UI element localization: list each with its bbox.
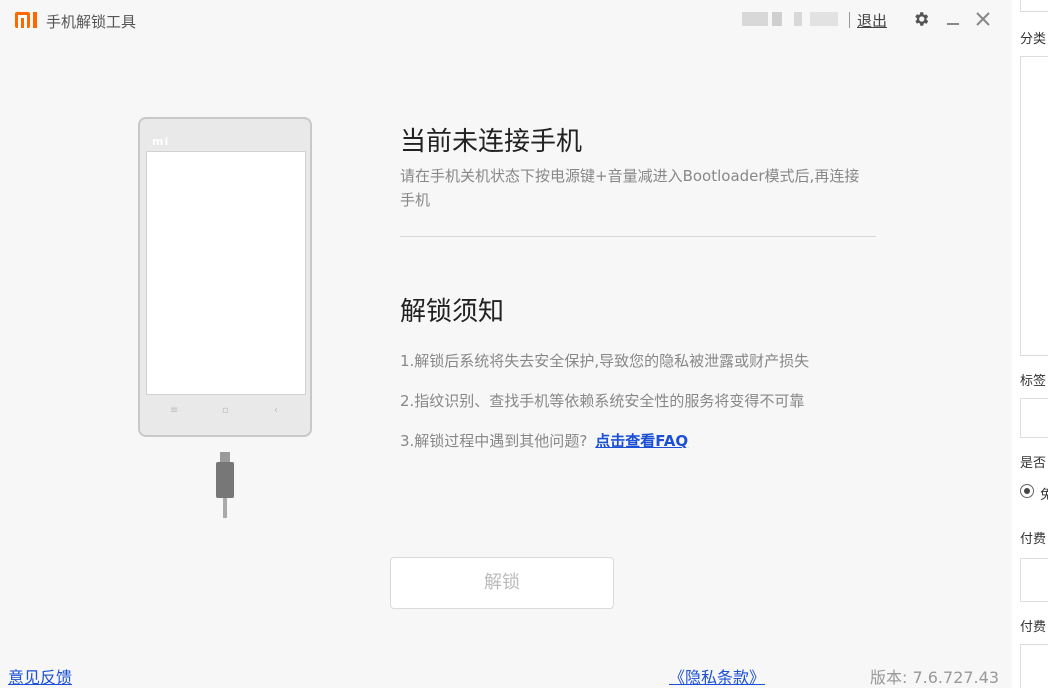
side-tags-input[interactable] (1020, 398, 1048, 438)
side-paid-input-1[interactable] (1020, 558, 1048, 602)
side-label-paid-1: 付费 (1020, 532, 1047, 547)
minimize-icon[interactable] (946, 11, 960, 27)
connection-status-heading: 当前未连接手机 (400, 127, 583, 157)
notice-item-1: 1.解锁后系统将失去安全保护,导致您的隐私被泄露或财产损失 (400, 352, 810, 370)
side-label-tags: 标签 (1020, 374, 1047, 389)
side-radio-label: 免 (1040, 488, 1048, 503)
account-name-redacted (742, 12, 842, 26)
notice-item-2: 2.指纹识别、查找手机等依赖系统安全性的服务将变得不可靠 (400, 392, 805, 410)
phone-home-key: ▫ (222, 405, 229, 416)
gear-icon[interactable] (912, 10, 930, 28)
title-bar: 手机解锁工具 退出 (0, 0, 1012, 42)
side-paid-input-2[interactable] (1020, 644, 1048, 688)
phone-icon: mi ≡ ▫ ‹ (138, 117, 312, 437)
mi-logo-icon (15, 12, 37, 28)
side-label-category: 分类 (1020, 32, 1047, 47)
side-label-whether: 是否 (1020, 456, 1047, 471)
side-category-box (1020, 56, 1048, 356)
phone-menu-key: ≡ (170, 405, 179, 416)
side-label-paid-2: 付费 (1020, 620, 1047, 635)
close-icon[interactable] (975, 11, 991, 27)
side-input-top[interactable] (1020, 0, 1048, 12)
notice-item-3-text: 3.解锁过程中遇到其他问题? (400, 432, 588, 450)
version-label: 版本: 7.6.727.43 (870, 668, 999, 687)
unlock-notice-heading: 解锁须知 (400, 297, 505, 327)
phone-screen (146, 151, 306, 395)
phone-logo: mi (152, 135, 170, 148)
unlock-button[interactable]: 解锁 (390, 557, 614, 609)
connection-hint: 请在手机关机状态下按电源键+音量减进入Bootloader模式后,再连接手机 (400, 167, 860, 209)
phone-back-key: ‹ (274, 405, 278, 416)
privacy-link[interactable]: 《隐私条款》 (669, 664, 765, 688)
title-separator (849, 12, 850, 28)
logout-link[interactable]: 退出 (857, 10, 887, 31)
app-title: 手机解锁工具 (46, 13, 137, 31)
side-panel-cutoff: 分类 标签 是否 免 付费 付费 (1012, 0, 1048, 688)
faq-link[interactable]: 点击查看FAQ (595, 432, 688, 450)
notice-item-3: 3.解锁过程中遇到其他问题? 点击查看FAQ (400, 430, 688, 451)
usb-cable-icon (216, 452, 234, 518)
phone-keys: ≡ ▫ ‹ (140, 405, 310, 421)
content-divider (400, 236, 876, 237)
feedback-link[interactable]: 意见反馈 (8, 664, 72, 688)
side-radio[interactable] (1020, 484, 1034, 498)
